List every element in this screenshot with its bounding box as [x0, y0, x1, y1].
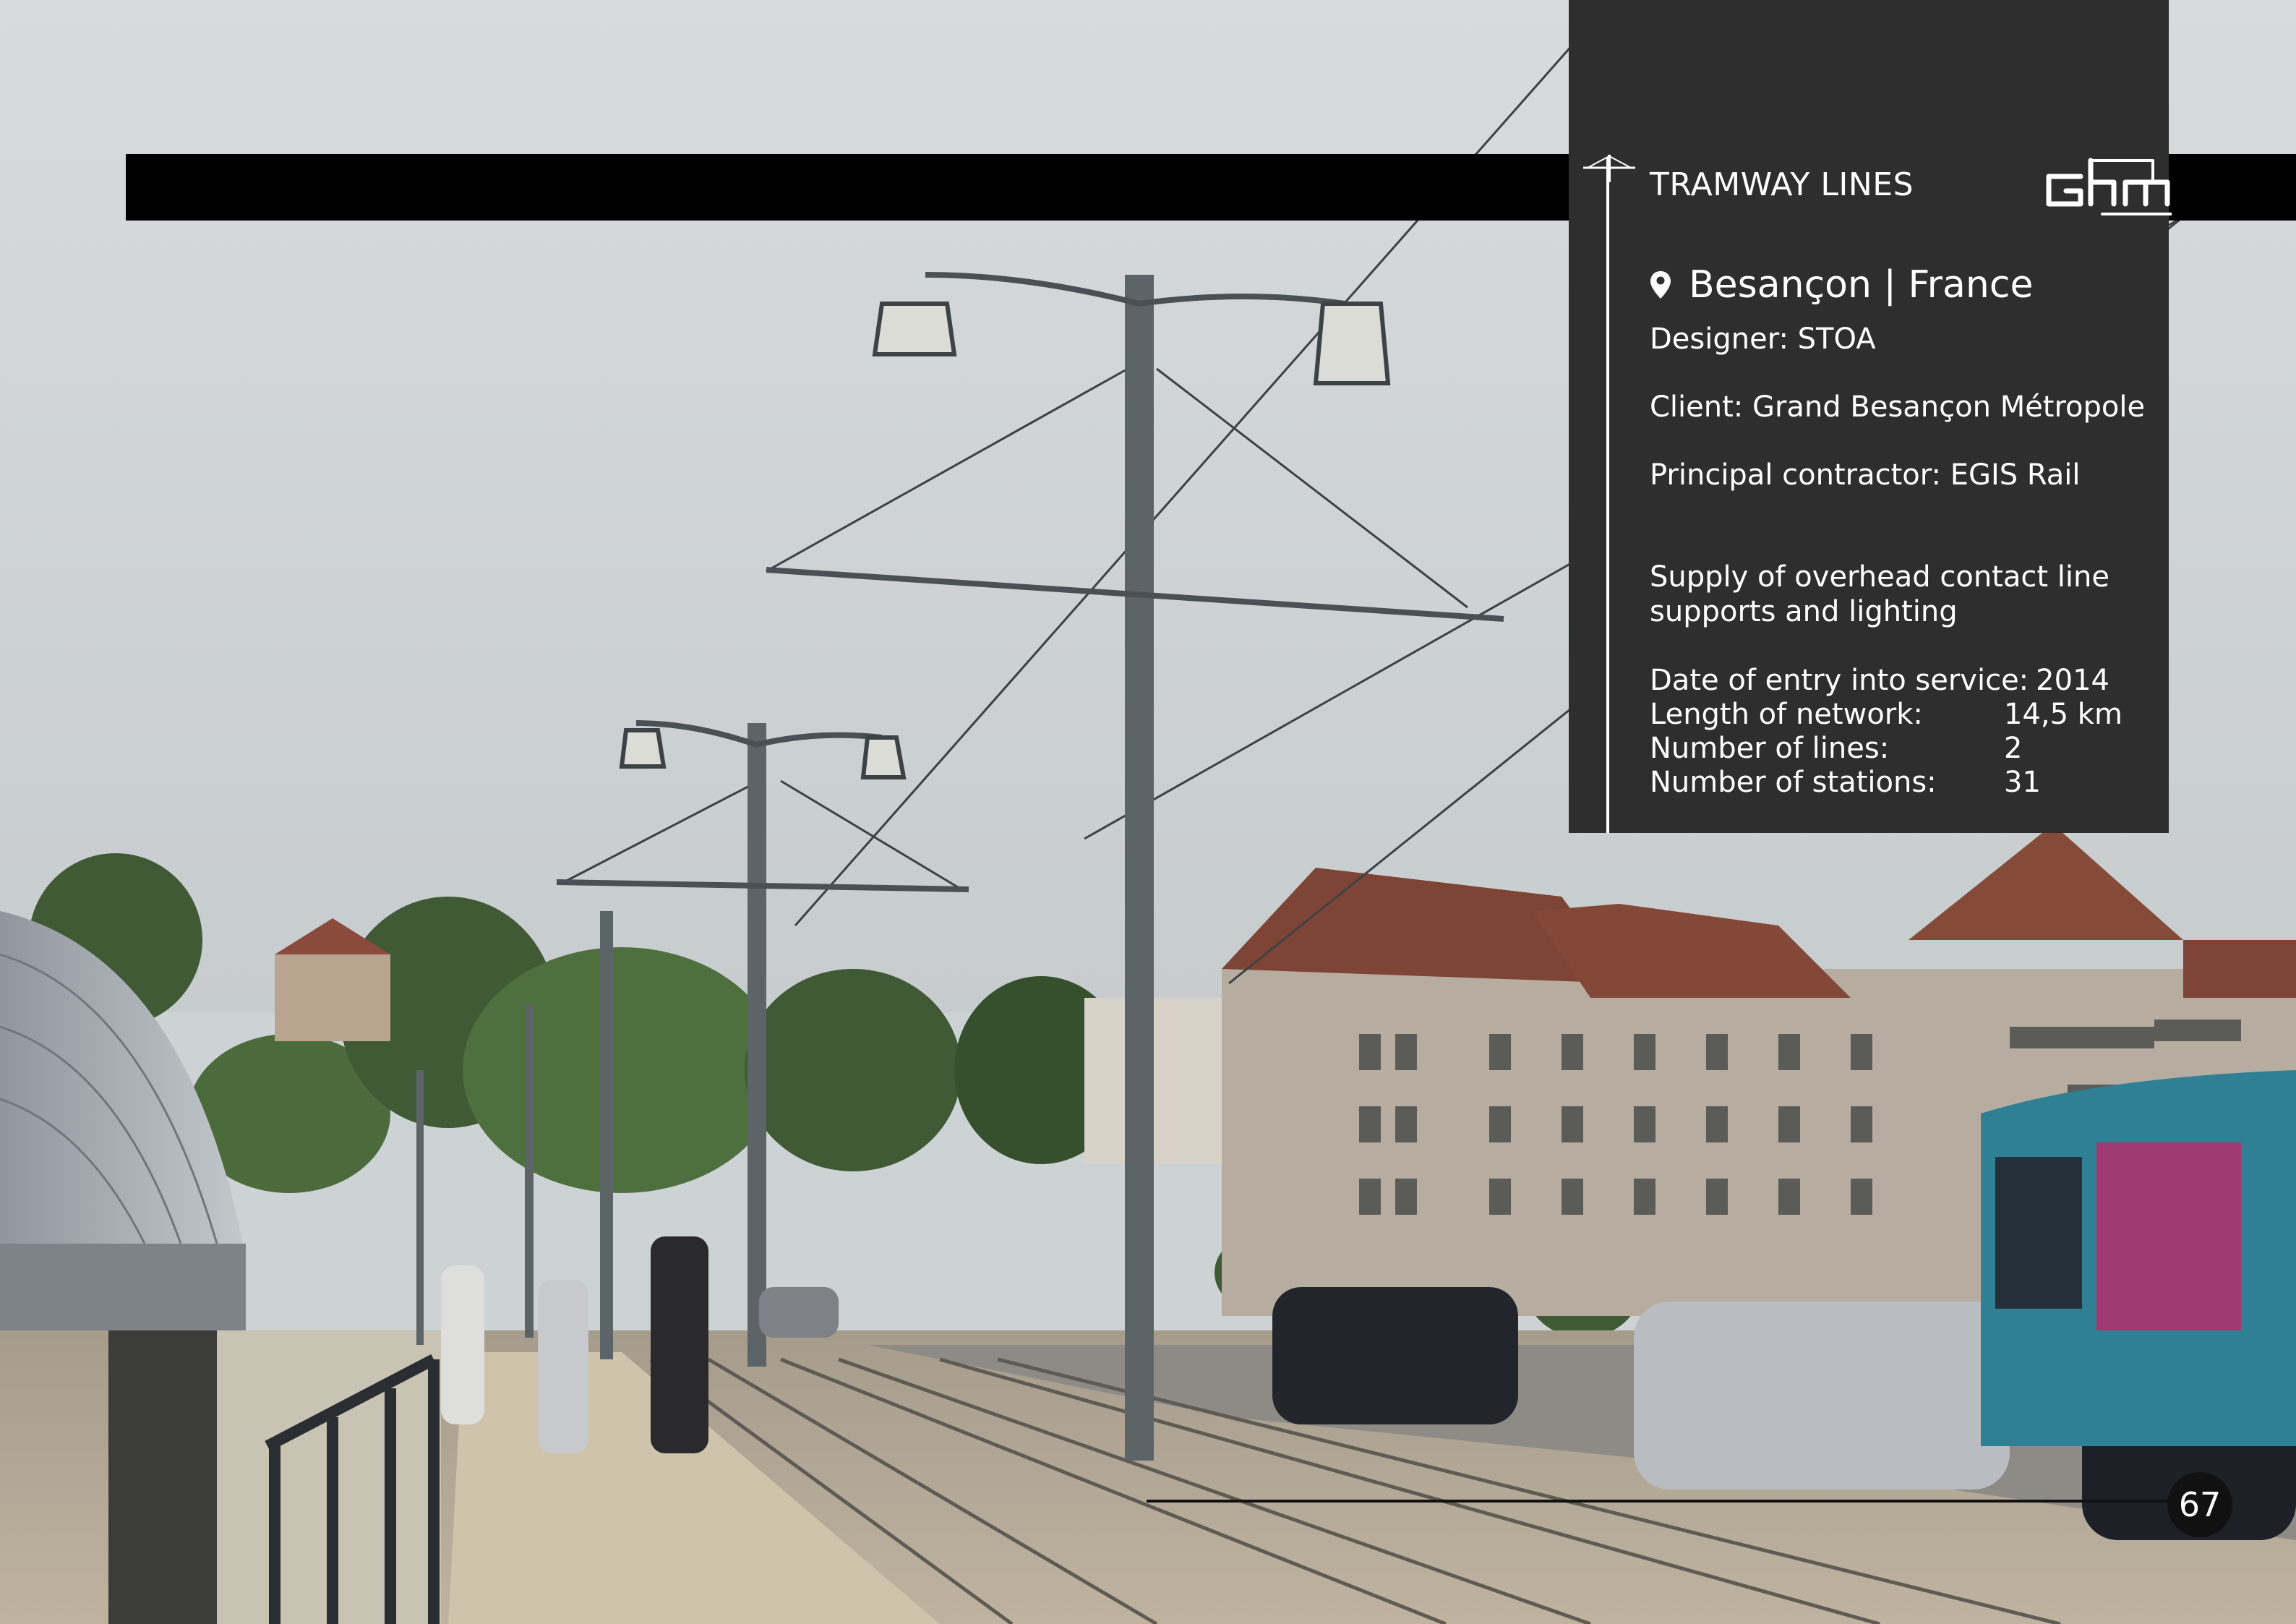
stat-label: Date of entry into service: — [1650, 664, 2029, 697]
stat-value: 2014 — [2036, 664, 2109, 697]
location-text: Besançon | France — [1689, 263, 2034, 307]
stat-label: Number of stations: — [1650, 766, 1937, 799]
stat-value: 31 — [2004, 766, 2041, 799]
stat-value: 2 — [2004, 732, 2023, 765]
stat-row: Number of stations: 31 — [1650, 766, 2122, 800]
designer-line: Designer: STOA — [1650, 322, 1876, 356]
project-description: Supply of overhead contact line supports… — [1650, 560, 2109, 628]
location-pin-icon — [1650, 271, 1671, 299]
panel-divider-line — [1606, 158, 1609, 833]
stat-row: Number of lines: 2 — [1650, 732, 2122, 766]
ghm-logo — [2046, 158, 2172, 215]
footer-line — [1147, 1500, 2186, 1503]
section-title: TRAMWAY LINES — [1650, 166, 1914, 203]
stat-label: Number of lines: — [1650, 732, 1890, 765]
catenary-mast-icon — [1583, 155, 1635, 182]
stat-row: Date of entry into service: 2014 — [1650, 664, 2122, 698]
contractor-line: Principal contractor: EGIS Rail — [1650, 458, 2081, 492]
stat-label: Length of network: — [1650, 698, 1923, 731]
stat-value: 14,5 km — [2004, 698, 2122, 731]
page-number: 67 — [2167, 1472, 2232, 1537]
project-location: Besançon | France — [1650, 263, 2033, 307]
client-line: Client: Grand Besançon Métropole — [1650, 390, 2146, 424]
stats-table: Date of entry into service: 2014 Length … — [1650, 664, 2122, 800]
stat-row: Length of network: 14,5 km — [1650, 698, 2122, 732]
